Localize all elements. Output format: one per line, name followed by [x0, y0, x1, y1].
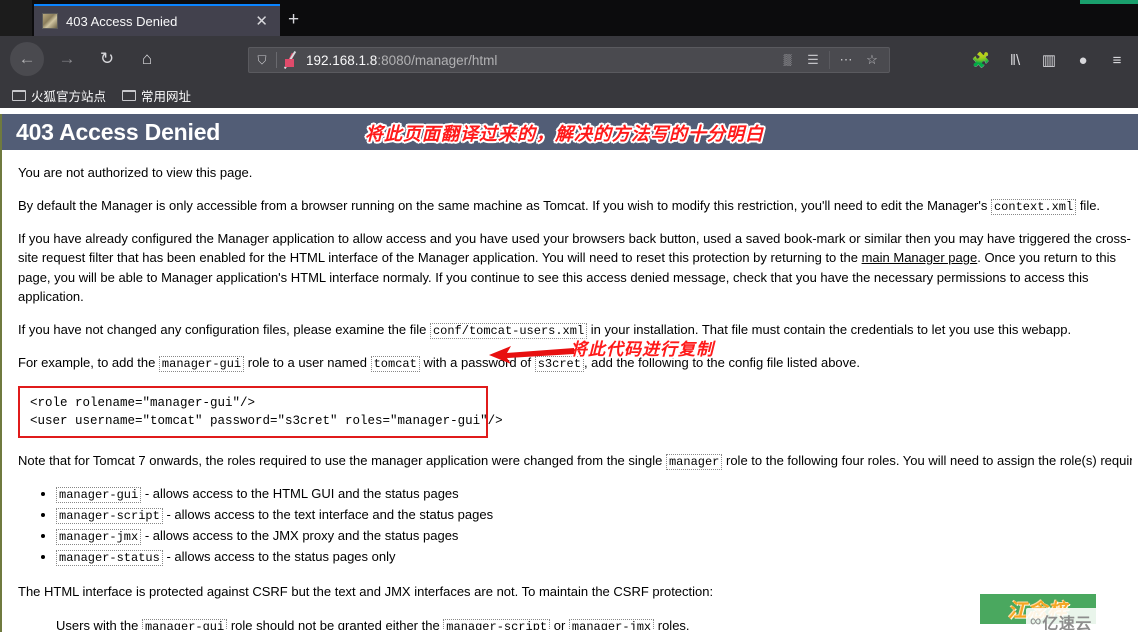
url-bar[interactable]: ⛉ 192.168.1.8:8080/manager/html ▒ ☰ ⋯ ☆ — [248, 47, 890, 73]
code-manager-role: manager — [665, 453, 723, 470]
shield-icon[interactable]: ⛉ — [253, 53, 271, 68]
back-icon[interactable]: ← — [10, 42, 44, 76]
watermark-logo-icon: ∞ — [1030, 613, 1042, 630]
code-manager-gui: manager-gui — [158, 355, 245, 372]
text: The HTML interface is protected against … — [18, 583, 714, 599]
library-icon[interactable]: ‖\ — [998, 47, 1032, 73]
code-role-name: manager-jmx — [56, 529, 142, 546]
tab-title: 403 Access Denied — [66, 13, 178, 29]
text: You are not authorized to view this page… — [18, 165, 253, 180]
bookmark-label: 常用网址 — [141, 89, 192, 104]
home-icon[interactable]: ⌂ — [130, 42, 164, 76]
bookmark-label: 火狐官方站点 — [31, 89, 107, 104]
bookmark-item[interactable]: 常用网址 — [122, 86, 191, 105]
code-role-name: manager-gui — [56, 486, 142, 503]
desktop-green-strip — [1080, 0, 1138, 4]
annotation-translate-note: 将此页面翻译过来的，解决的方法写的十分明白 — [365, 124, 764, 145]
text: Note that for Tomcat 7 onwards, the role… — [18, 452, 666, 468]
window-left-strip — [0, 0, 32, 36]
close-icon[interactable]: ✕ — [251, 12, 272, 31]
text: - allows access to the JMX proxy and the… — [141, 528, 459, 544]
more-actions-icon[interactable]: ⋯ — [833, 49, 859, 71]
text: - allows access to the HTML GUI and the … — [141, 485, 459, 501]
browser-tab[interactable]: 403 Access Denied ✕ — [34, 4, 280, 36]
url-path: :8080/manager/html — [377, 52, 498, 68]
watermark: 江念梓 ∞ 亿速云 — [980, 594, 1138, 632]
xml-code-block: <role rolename="manager-gui"/> <user use… — [18, 385, 503, 438]
text: If you have not changed any configuratio… — [18, 321, 430, 337]
folder-icon — [122, 89, 137, 101]
text: - allows access to the text interface an… — [162, 506, 494, 522]
list-item: manager-status - allows access to the st… — [56, 547, 1132, 568]
annotation-copy-code: 将此代码进行复制 — [570, 340, 714, 360]
folder-icon — [12, 89, 26, 101]
toolbar-right-actions: 🧩 ‖\ ▥ ● ≡ — [964, 47, 1134, 73]
code-context-xml: context.xml — [990, 198, 1077, 215]
code-role-name: manager-status — [56, 550, 163, 567]
paragraph-tomcat7-roles: Note that for Tomcat 7 onwards, the role… — [18, 451, 1132, 471]
watermark-badge-text: 亿速云 — [1042, 616, 1092, 632]
reload-icon[interactable]: ↻ — [90, 42, 124, 76]
paragraph-csrf-filter: If you have already configured the Manag… — [18, 229, 1132, 307]
bookmark-item[interactable]: 火狐官方站点 — [12, 86, 106, 105]
browser-window: 403 Access Denied ✕ + ← → ↻ ⌂ ⛉ 192.168.… — [0, 0, 1138, 632]
urlbar-divider — [276, 52, 277, 68]
watermark-badge: ∞ 亿速云 — [1026, 608, 1098, 632]
account-icon[interactable]: ● — [1066, 47, 1100, 73]
red-arrow-icon — [489, 346, 574, 364]
page-body: You are not authorized to view this page… — [2, 163, 1138, 632]
reader-view-icon[interactable]: ☰ — [800, 49, 826, 71]
new-tab-button[interactable]: + — [288, 10, 299, 29]
urlbar-actions: ▒ ☰ ⋯ ☆ — [774, 49, 885, 71]
text: For example, to add the — [18, 354, 159, 370]
urlbar-actions-divider — [829, 51, 830, 69]
code-tomcat-users-xml: conf/tomcat-users.xml — [429, 322, 588, 339]
title-bar: 403 Access Denied ✕ + — [0, 0, 1138, 36]
extensions-icon[interactable]: 🧩 — [964, 47, 998, 73]
bookmark-star-icon[interactable]: ☆ — [859, 49, 885, 71]
url-text: 192.168.1.8:8080/manager/html — [306, 53, 497, 68]
text: role to the following four roles. You wi… — [726, 452, 1132, 468]
text: By default the Manager is only accessibl… — [18, 197, 991, 213]
sidebar-icon[interactable]: ▥ — [1032, 47, 1066, 73]
page-viewport[interactable]: 403 Access Denied You are not authorized… — [0, 108, 1138, 632]
list-item: manager-script - allows access to the te… — [56, 505, 1132, 526]
url-host: 192.168.1.8 — [306, 52, 378, 68]
list-item: manager-jmx - allows access to the JMX p… — [56, 526, 1132, 547]
menu-icon[interactable]: ≡ — [1100, 47, 1134, 73]
text: file. — [1076, 197, 1101, 213]
code-role-name: manager-script — [56, 507, 163, 524]
broken-lock-icon[interactable] — [282, 50, 298, 70]
paragraph-csrf-protection: The HTML interface is protected against … — [18, 582, 1132, 602]
paragraph-unauthorized: You are not authorized to view this page… — [18, 163, 1132, 183]
roles-list: manager-gui - allows access to the HTML … — [18, 484, 1132, 569]
forward-icon[interactable]: → — [50, 42, 84, 76]
qr-code-icon[interactable]: ▒ — [774, 49, 800, 71]
list-item: manager-gui - allows access to the HTML … — [56, 484, 1132, 505]
paragraph-default-access: By default the Manager is only accessibl… — [18, 196, 1132, 216]
code-tomcat-user: tomcat — [370, 355, 420, 372]
bookmarks-bar: 火狐官方站点 常用网址 — [0, 82, 1138, 108]
text: - allows access to the status pages only — [162, 549, 396, 565]
link-main-manager-page[interactable]: main Manager page — [862, 250, 978, 265]
text: role to a user named — [244, 354, 371, 370]
tomcat-favicon-icon — [42, 13, 58, 29]
tomcat-403-page: 403 Access Denied You are not authorized… — [0, 114, 1138, 632]
